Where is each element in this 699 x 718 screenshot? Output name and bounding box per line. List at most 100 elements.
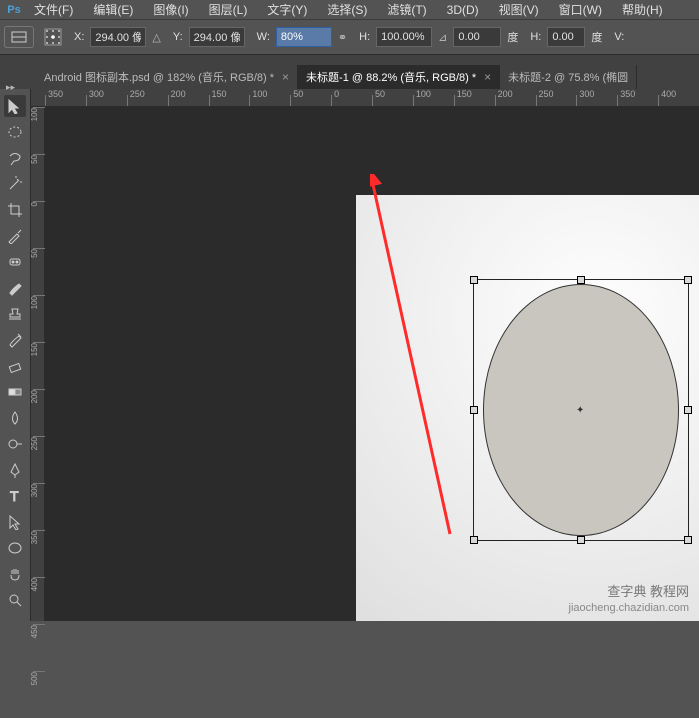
gradient-tool[interactable] [4,381,26,403]
menu-layer[interactable]: 图层(L) [199,1,258,18]
x-input[interactable] [90,27,146,47]
center-mark-icon: ✦ [576,405,586,415]
canvas-area[interactable]: ✦ [45,107,699,621]
brush-tool[interactable] [4,277,26,299]
ruler-tick: 300 [576,95,617,107]
ps-logo: Ps [4,0,24,20]
handle-sw[interactable] [470,536,478,544]
watermark: 查字典 教程网 jiaocheng.chazidian.com [569,584,689,615]
angle-icon: ⊿ [438,31,447,44]
delta-icon[interactable]: △ [152,31,160,44]
menu-select[interactable]: 选择(S) [317,1,377,18]
w-label: W: [257,31,270,43]
handle-nw[interactable] [470,276,478,284]
hand-tool[interactable] [4,563,26,585]
ruler-tick: 200 [495,95,536,107]
skew-v-label: V: [614,31,624,43]
ruler-tick: 250 [33,436,45,483]
angle-input[interactable] [453,27,501,47]
eyedropper-tool[interactable] [4,225,26,247]
menu-file[interactable]: 文件(F) [24,1,83,18]
transform-bounding-box[interactable]: ✦ [473,279,689,541]
blur-tool[interactable] [4,407,26,429]
menu-edit[interactable]: 编辑(E) [83,1,143,18]
handle-se[interactable] [684,536,692,544]
menu-type[interactable]: 文字(Y) [257,1,317,18]
y-label: Y: [173,31,183,43]
path-select-tool[interactable] [4,511,26,533]
ruler-tick: 50 [33,248,45,295]
watermark-sub: jiaocheng.chazidian.com [569,601,689,615]
ruler-tick: 200 [33,389,45,436]
ruler-tick: 100 [249,95,290,107]
marquee-tool[interactable] [4,121,26,143]
eraser-tool[interactable] [4,355,26,377]
ruler-tick: 100 [33,295,45,342]
close-icon[interactable]: × [282,70,289,84]
type-tool[interactable]: T [4,485,26,507]
ruler-tick: 350 [617,95,658,107]
stamp-tool[interactable] [4,303,26,325]
ruler-tick: 150 [209,95,250,107]
transform-preset-icon[interactable] [4,26,34,48]
ruler-tick: 50 [290,95,331,107]
ruler-horizontal: 3503002502001501005005010015020025030035… [31,89,699,107]
ruler-tick: 500 [33,671,45,718]
menu-help[interactable]: 帮助(H) [612,1,673,18]
handle-w[interactable] [470,406,478,414]
y-input[interactable] [189,27,245,47]
heal-tool[interactable] [4,251,26,273]
ruler-tick: 400 [33,577,45,624]
tab-android[interactable]: Android 图标副本.psd @ 182% (音乐, RGB/8) * × [36,65,298,89]
history-brush-tool[interactable] [4,329,26,351]
crop-tool[interactable] [4,199,26,221]
link-icon[interactable]: ⚭ [338,31,347,44]
lasso-tool[interactable] [4,147,26,169]
dodge-tool[interactable] [4,433,26,455]
menu-view[interactable]: 视图(V) [489,1,549,18]
ruler-tick: 50 [372,95,413,107]
ruler-tick: 300 [33,483,45,530]
ruler-tick: 400 [658,95,699,107]
svg-text:T: T [10,488,19,504]
tab-untitled-1[interactable]: 未标题-1 @ 88.2% (音乐, RGB/8) * × [298,65,500,89]
h-label: H: [359,31,370,43]
menu-3d[interactable]: 3D(D) [437,3,489,17]
wand-tool[interactable] [4,173,26,195]
watermark-main: 查字典 教程网 [569,584,689,601]
move-tool[interactable] [4,95,26,117]
handle-s[interactable] [577,536,585,544]
handle-ne[interactable] [684,276,692,284]
ruler-tick: 150 [33,342,45,389]
document-tabs: Android 图标副本.psd @ 182% (音乐, RGB/8) * × … [0,65,699,89]
skew-h-unit: 度 [591,29,602,45]
tab-label: 未标题-1 @ 88.2% (音乐, RGB/8) * [306,69,476,85]
menu-window[interactable]: 窗口(W) [549,1,612,18]
ruler-tick: 350 [33,530,45,577]
ruler-tick: 100 [33,107,45,154]
angle-unit: 度 [507,29,518,45]
tab-label: 未标题-2 @ 75.8% (椭圆 [508,69,628,85]
h-input[interactable] [376,27,432,47]
close-icon[interactable]: × [484,70,491,84]
tab-untitled-2[interactable]: 未标题-2 @ 75.8% (椭圆 [500,65,637,89]
ruler-vertical: 10050050100150200250300350400450500 [31,107,45,621]
panel-strip [0,55,699,65]
handle-e[interactable] [684,406,692,414]
pen-tool[interactable] [4,459,26,481]
handle-n[interactable] [577,276,585,284]
menu-bar: Ps 文件(F) 编辑(E) 图像(I) 图层(L) 文字(Y) 选择(S) 滤… [0,0,699,20]
ruler-tick: 450 [33,624,45,671]
ruler-tick: 50 [33,154,45,201]
menu-filter[interactable]: 滤镜(T) [377,1,436,18]
toggle-columns-icon[interactable]: ▸▸ [6,82,15,93]
tool-panel: ▸▸ T [0,89,31,621]
ruler-tick: 250 [536,95,577,107]
menu-image[interactable]: 图像(I) [143,1,198,18]
shape-tool[interactable] [4,537,26,559]
reference-point-widget[interactable] [44,28,62,46]
zoom-tool[interactable] [4,589,26,611]
ruler-tick: 150 [454,95,495,107]
w-input[interactable] [276,27,332,47]
skew-h-input[interactable] [547,27,585,47]
